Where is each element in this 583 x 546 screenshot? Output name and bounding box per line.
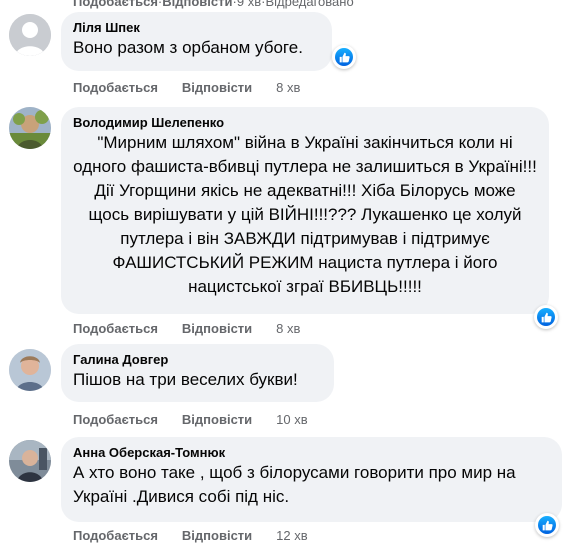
avatar[interactable]: [9, 440, 51, 482]
like-action[interactable]: Подобається: [73, 0, 158, 9]
like-action[interactable]: Подобається: [73, 528, 158, 543]
thumbs-up-icon: [542, 520, 553, 530]
reply-action[interactable]: Відповісти: [182, 321, 252, 336]
like-reaction-badge[interactable]: [534, 305, 558, 329]
reply-action[interactable]: Відповісти: [182, 528, 252, 543]
timestamp[interactable]: 12 хв: [276, 528, 307, 543]
comment-actions: Подобається Відповісти 8 хв: [73, 80, 300, 96]
reply-action[interactable]: Відповісти: [182, 412, 252, 427]
avatar[interactable]: [9, 349, 51, 391]
timestamp[interactable]: 8 хв: [276, 321, 300, 336]
like-action[interactable]: Подобається: [73, 321, 158, 336]
default-avatar-icon: [9, 14, 51, 56]
comment-bubble: Володимир Шелепенко "Мирним шляхом" війн…: [61, 107, 549, 314]
comment-text: "Мирним шляхом" війна в Україні закінчит…: [73, 133, 537, 296]
profile-photo-icon: [9, 349, 51, 391]
comment-bubble: Анна Оберская-Томнюк А хто воно таке , щ…: [61, 437, 562, 522]
like-action[interactable]: Подобається: [73, 412, 158, 427]
like-reaction-badge[interactable]: [535, 513, 559, 537]
previous-comment-actions: Подобається·Відповісти·9 хв·Відредагован…: [73, 0, 354, 10]
timestamp: 9 хв: [236, 0, 262, 9]
comment-author[interactable]: Анна Оберская-Томнюк: [73, 444, 550, 461]
like-reaction-badge[interactable]: [332, 45, 356, 69]
comment-actions: Подобається Відповісти 8 хв: [73, 321, 300, 337]
avatar[interactable]: [9, 14, 51, 56]
comment-text: Пішов на три веселих букви!: [73, 370, 298, 389]
reply-action[interactable]: Відповісти: [162, 0, 232, 9]
timestamp[interactable]: 10 хв: [276, 412, 307, 427]
comment-bubble: Галина Довгер Пішов на три веселих букви…: [61, 344, 334, 402]
comment-actions: Подобається Відповісти 10 хв: [73, 412, 308, 428]
profile-photo-icon: [9, 440, 51, 482]
like-action[interactable]: Подобається: [73, 80, 158, 95]
thumbs-up-icon: [339, 52, 350, 62]
timestamp[interactable]: 8 хв: [276, 80, 300, 95]
comment-text: А хто воно таке , щоб з білорусами говор…: [73, 463, 516, 506]
comment-author[interactable]: Ліля Шпек: [73, 19, 320, 36]
comment-text: Воно разом з орбаном убоге.: [73, 38, 303, 57]
comment-bubble: Ліля Шпек Воно разом з орбаном убоге.: [61, 12, 332, 71]
comment-author[interactable]: Володимир Шелепенко: [73, 114, 537, 131]
comment-actions: Подобається Відповісти 12 хв: [73, 528, 308, 544]
edited-label: Відредаговано: [265, 0, 354, 9]
profile-photo-icon: [9, 107, 51, 149]
thumbs-up-icon: [541, 312, 552, 322]
avatar[interactable]: [9, 107, 51, 149]
reply-action[interactable]: Відповісти: [182, 80, 252, 95]
comment-author[interactable]: Галина Довгер: [73, 351, 322, 368]
